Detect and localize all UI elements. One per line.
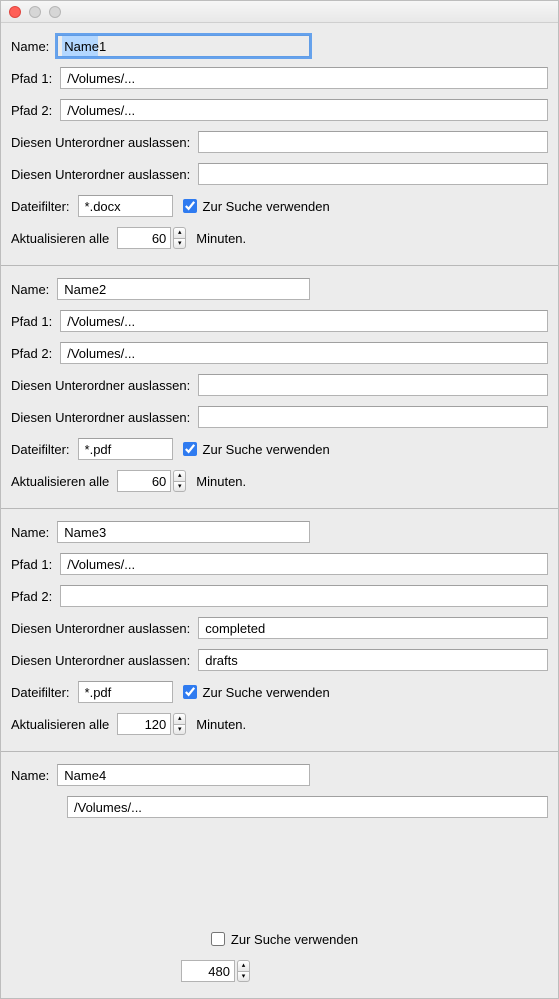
stepper-up-icon[interactable]: ▴ xyxy=(173,713,186,724)
name-label: Name: xyxy=(11,525,49,540)
skip-subfolder2-label: Diesen Unterordner auslassen: xyxy=(11,410,190,425)
pfad2-input[interactable] xyxy=(60,342,548,364)
name-label: Name: xyxy=(11,39,49,54)
stepper-up-icon[interactable]: ▴ xyxy=(173,470,186,481)
file-filter-input[interactable] xyxy=(78,195,173,217)
refresh-stepper[interactable]: ▴▾ xyxy=(173,227,186,249)
stepper-up-icon[interactable]: ▴ xyxy=(237,960,250,971)
name-label: Name: xyxy=(11,282,49,297)
file-filter-label: Dateifilter: xyxy=(11,685,70,700)
refresh-stepper[interactable]: ▴▾ xyxy=(173,470,186,492)
name-input[interactable] xyxy=(57,278,310,300)
pfad1-label: Pfad 1: xyxy=(11,314,52,329)
use-for-search-label: Zur Suche verwenden xyxy=(203,199,330,214)
refresh-stepper[interactable]: ▴▾ xyxy=(173,713,186,735)
pfad2-label: Pfad 2: xyxy=(11,589,52,604)
refresh-every-label: Aktualisieren alle xyxy=(11,717,109,732)
minutes-label: Minuten. xyxy=(196,231,246,246)
stepper-down-icon[interactable]: ▾ xyxy=(173,481,186,493)
pfad2-input[interactable] xyxy=(60,99,548,121)
pfad1-input[interactable] xyxy=(67,796,548,818)
pfad2-input[interactable] xyxy=(60,585,548,607)
stepper-down-icon[interactable]: ▾ xyxy=(173,238,186,250)
close-icon[interactable] xyxy=(9,6,21,18)
skip-subfolder2-input[interactable] xyxy=(198,649,548,671)
preferences-window: Name: Pfad 1: Pfad 2: Diesen Unterordner au… xyxy=(0,0,559,999)
file-filter-input[interactable] xyxy=(78,438,173,460)
skip-subfolder2-input[interactable] xyxy=(198,163,548,185)
use-for-search-checkbox[interactable] xyxy=(183,199,197,213)
skip-subfolder1-label: Diesen Unterordner auslassen: xyxy=(11,621,190,636)
use-for-search-checkbox[interactable] xyxy=(183,685,197,699)
skip-subfolder1-input[interactable] xyxy=(198,131,548,153)
pfad1-input[interactable] xyxy=(60,310,548,332)
file-filter-input[interactable] xyxy=(78,681,173,703)
refresh-minutes-input[interactable] xyxy=(117,227,171,249)
config-group: Name: Pfad 1: Pfad 2: Diesen Unterordner au… xyxy=(1,508,558,751)
file-filter-label: Dateifilter: xyxy=(11,442,70,457)
use-for-search-label: Zur Suche verwenden xyxy=(231,932,358,947)
use-for-search-label: Zur Suche verwenden xyxy=(203,442,330,457)
minimize-icon[interactable] xyxy=(29,6,41,18)
file-filter-label: Dateifilter: xyxy=(11,199,70,214)
skip-subfolder2-input[interactable] xyxy=(198,406,548,428)
stepper-down-icon[interactable]: ▾ xyxy=(237,971,250,983)
pfad2-label: Pfad 2: xyxy=(11,346,52,361)
refresh-minutes-input[interactable] xyxy=(117,470,171,492)
name-input[interactable] xyxy=(57,35,310,57)
name-input[interactable] xyxy=(57,764,310,786)
use-for-search-checkbox[interactable] xyxy=(183,442,197,456)
skip-subfolder1-label: Diesen Unterordner auslassen: xyxy=(11,135,190,150)
titlebar xyxy=(1,1,558,23)
config-group: Name: Zur Suche verwenden ▴▾ xyxy=(1,751,558,998)
skip-subfolder1-input[interactable] xyxy=(198,374,548,396)
minutes-label: Minuten. xyxy=(196,474,246,489)
skip-subfolder2-label: Diesen Unterordner auslassen: xyxy=(11,653,190,668)
pfad1-label: Pfad 1: xyxy=(11,71,52,86)
pfad1-input[interactable] xyxy=(60,553,548,575)
refresh-stepper[interactable]: ▴▾ xyxy=(237,960,250,982)
stepper-down-icon[interactable]: ▾ xyxy=(173,724,186,736)
skip-subfolder1-label: Diesen Unterordner auslassen: xyxy=(11,378,190,393)
skip-subfolder2-label: Diesen Unterordner auslassen: xyxy=(11,167,190,182)
name-input[interactable] xyxy=(57,521,310,543)
use-for-search-checkbox[interactable] xyxy=(211,932,225,946)
refresh-minutes-input[interactable] xyxy=(181,960,235,982)
minutes-label: Minuten. xyxy=(196,717,246,732)
stepper-up-icon[interactable]: ▴ xyxy=(173,227,186,238)
refresh-every-label: Aktualisieren alle xyxy=(11,474,109,489)
pfad1-label: Pfad 1: xyxy=(11,557,52,572)
pfad1-input[interactable] xyxy=(60,67,548,89)
config-group: Name: Pfad 1: Pfad 2: Diesen Unterordner au… xyxy=(1,265,558,508)
refresh-every-label: Aktualisieren alle xyxy=(11,231,109,246)
skip-subfolder1-input[interactable] xyxy=(198,617,548,639)
config-group: Name: Pfad 1: Pfad 2: Diesen Unterordner au… xyxy=(1,23,558,265)
content-area: Name: Pfad 1: Pfad 2: Diesen Unterordner au… xyxy=(1,23,558,998)
use-for-search-label: Zur Suche verwenden xyxy=(203,685,330,700)
refresh-minutes-input[interactable] xyxy=(117,713,171,735)
pfad2-label: Pfad 2: xyxy=(11,103,52,118)
zoom-icon[interactable] xyxy=(49,6,61,18)
name-label: Name: xyxy=(11,768,49,783)
